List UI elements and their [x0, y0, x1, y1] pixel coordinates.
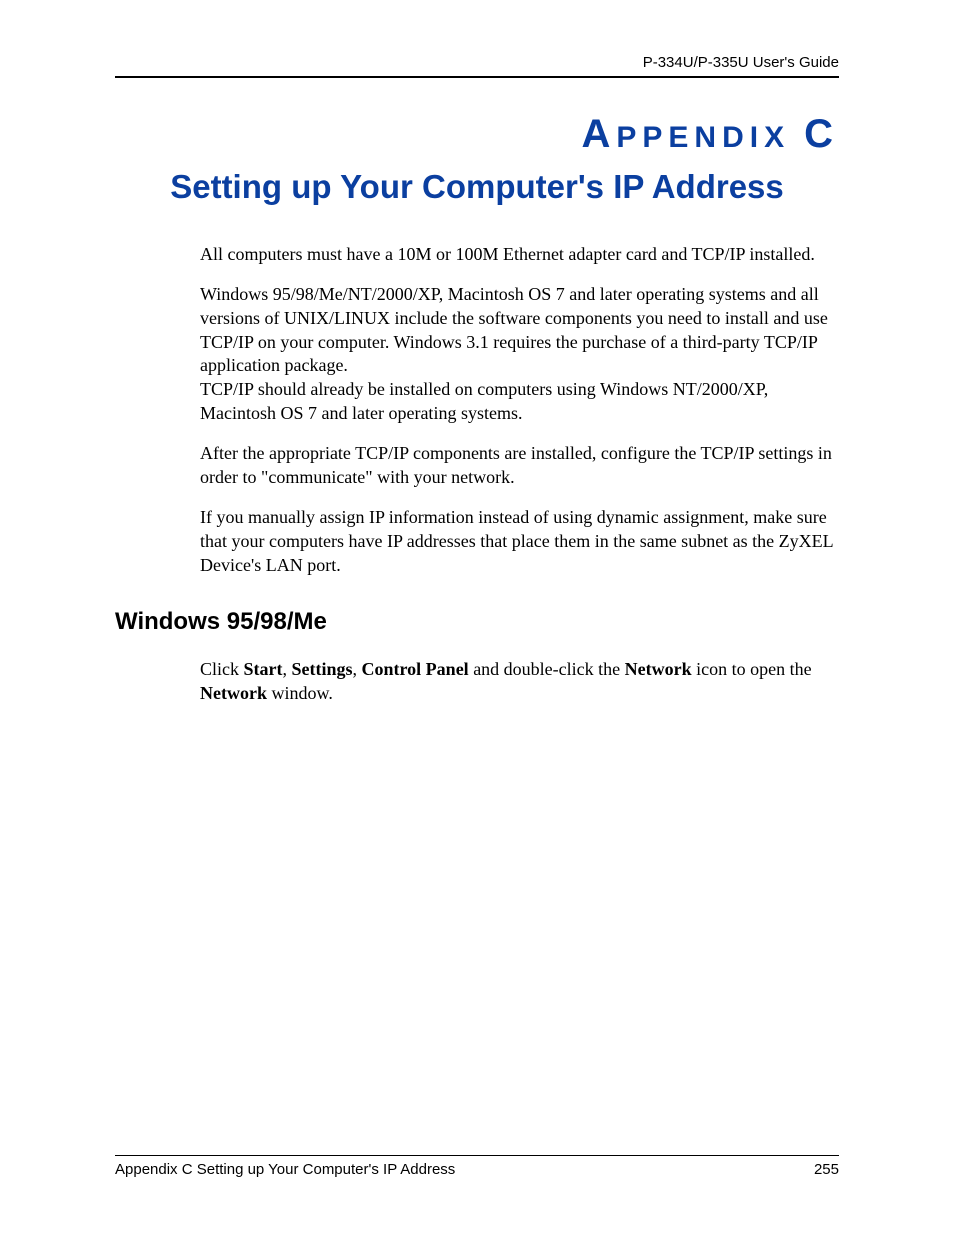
p6-bold-start: Start — [244, 659, 283, 679]
p6-sep1: , — [283, 659, 292, 679]
paragraph-3: TCP/IP should already be installed on co… — [200, 378, 839, 426]
header-rule — [115, 76, 839, 78]
p6-bold-control-panel: Control Panel — [362, 659, 469, 679]
p6-bold-network-1: Network — [625, 659, 692, 679]
paragraph-4: After the appropriate TCP/IP components … — [200, 442, 839, 490]
appendix-label-ppendix: PPENDIX — [616, 121, 790, 154]
section-heading: Windows 95/98/Me — [115, 608, 327, 636]
document-page: P-334U/P-335U User's Guide APPENDIX C Set… — [0, 0, 954, 1235]
p6-sep2: , — [353, 659, 362, 679]
footer-rule — [115, 1155, 839, 1156]
appendix-label-a: A — [582, 112, 617, 156]
chapter-title: Setting up Your Computer's IP Address — [115, 168, 839, 206]
p6-mid: and double-click the — [469, 659, 625, 679]
paragraph-6: Click Start, Settings, Control Panel and… — [200, 658, 839, 706]
footer-left: Appendix C Setting up Your Computer's IP… — [115, 1161, 455, 1178]
p6-mid2: icon to open the — [692, 659, 812, 679]
paragraph-5: If you manually assign IP information in… — [200, 506, 839, 577]
footer-page-number: 255 — [814, 1161, 839, 1178]
header-guide-name: P-334U/P-335U User's Guide — [643, 54, 839, 71]
paragraph-2: Windows 95/98/Me/NT/2000/XP, Macintosh O… — [200, 283, 839, 378]
p6-bold-settings: Settings — [292, 659, 353, 679]
paragraph-1: All computers must have a 10M or 100M Et… — [200, 243, 839, 267]
p6-end: window. — [267, 683, 333, 703]
appendix-label: APPENDIX C — [115, 112, 839, 157]
p6-bold-network-2: Network — [200, 683, 267, 703]
appendix-label-letter: C — [804, 112, 839, 156]
p6-pre: Click — [200, 659, 244, 679]
